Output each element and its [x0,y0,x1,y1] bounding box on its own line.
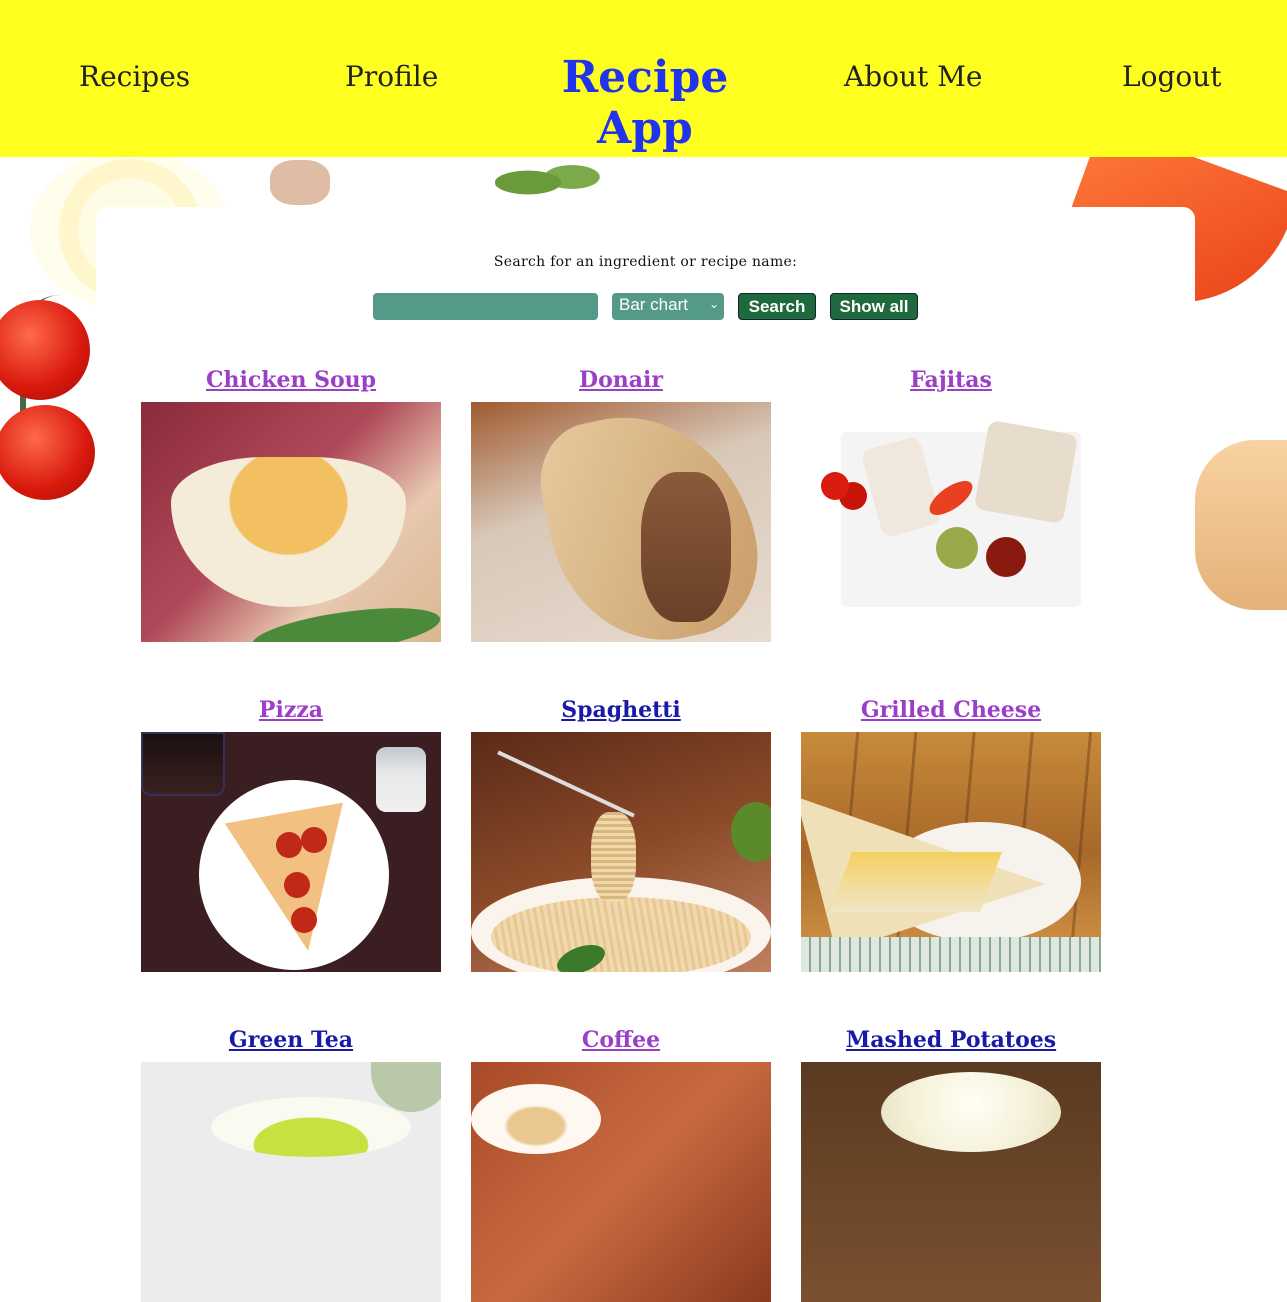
app-title: Recipe App [561,52,729,154]
chart-type-select[interactable]: Bar chart ⌄ [612,293,724,320]
search-input[interactable] [373,293,598,320]
chevron-down-icon: ⌄ [708,297,719,311]
recipe-link-pizza[interactable]: Pizza [141,697,441,723]
pizza-image[interactable] [141,732,441,972]
nav-logout-link[interactable]: Logout [1122,60,1222,93]
nav-about-me-link[interactable]: About Me [844,60,982,93]
recipe-link-chicken-soup[interactable]: Chicken Soup [141,367,441,393]
grilled-cheese-image[interactable] [801,732,1101,972]
search-bar: Bar chart ⌄ Search Show all [96,293,1195,321]
search-label: Search for an ingredient or recipe name: [493,254,798,270]
top-navbar: Recipes Profile Recipe App About Me Logo… [0,0,1287,157]
donair-image[interactable] [471,402,771,642]
herb-background-image [495,155,605,210]
recipe-link-spaghetti[interactable]: Spaghetti [471,697,771,723]
mashed-potatoes-image[interactable] [801,1062,1101,1302]
green-tea-image[interactable] [141,1062,441,1302]
food-background-image [270,160,330,205]
recipe-link-fajitas[interactable]: Fajitas [801,367,1101,393]
recipe-link-coffee[interactable]: Coffee [471,1027,771,1053]
chart-type-selected-value: Bar chart [619,295,688,314]
recipe-link-green-tea[interactable]: Green Tea [141,1027,441,1053]
nav-recipes-link[interactable]: Recipes [79,60,190,93]
fajitas-image[interactable] [801,402,1101,642]
chicken-soup-image[interactable] [141,402,441,642]
recipe-link-grilled-cheese[interactable]: Grilled Cheese [801,697,1101,723]
recipe-panel: Search for an ingredient or recipe name:… [96,207,1195,1302]
spaghetti-image[interactable] [471,732,771,972]
recipe-link-mashed-potatoes[interactable]: Mashed Potatoes [801,1027,1101,1053]
bread-background-image [1195,440,1287,610]
search-button[interactable]: Search [738,293,816,320]
coffee-image[interactable] [471,1062,771,1302]
tomato-vine-background-image [20,295,106,495]
tomato-background-image [0,300,90,400]
nav-profile-link[interactable]: Profile [345,60,438,93]
tomato-background-image [0,405,95,500]
recipe-link-donair[interactable]: Donair [471,367,771,393]
show-all-button[interactable]: Show all [830,293,918,320]
